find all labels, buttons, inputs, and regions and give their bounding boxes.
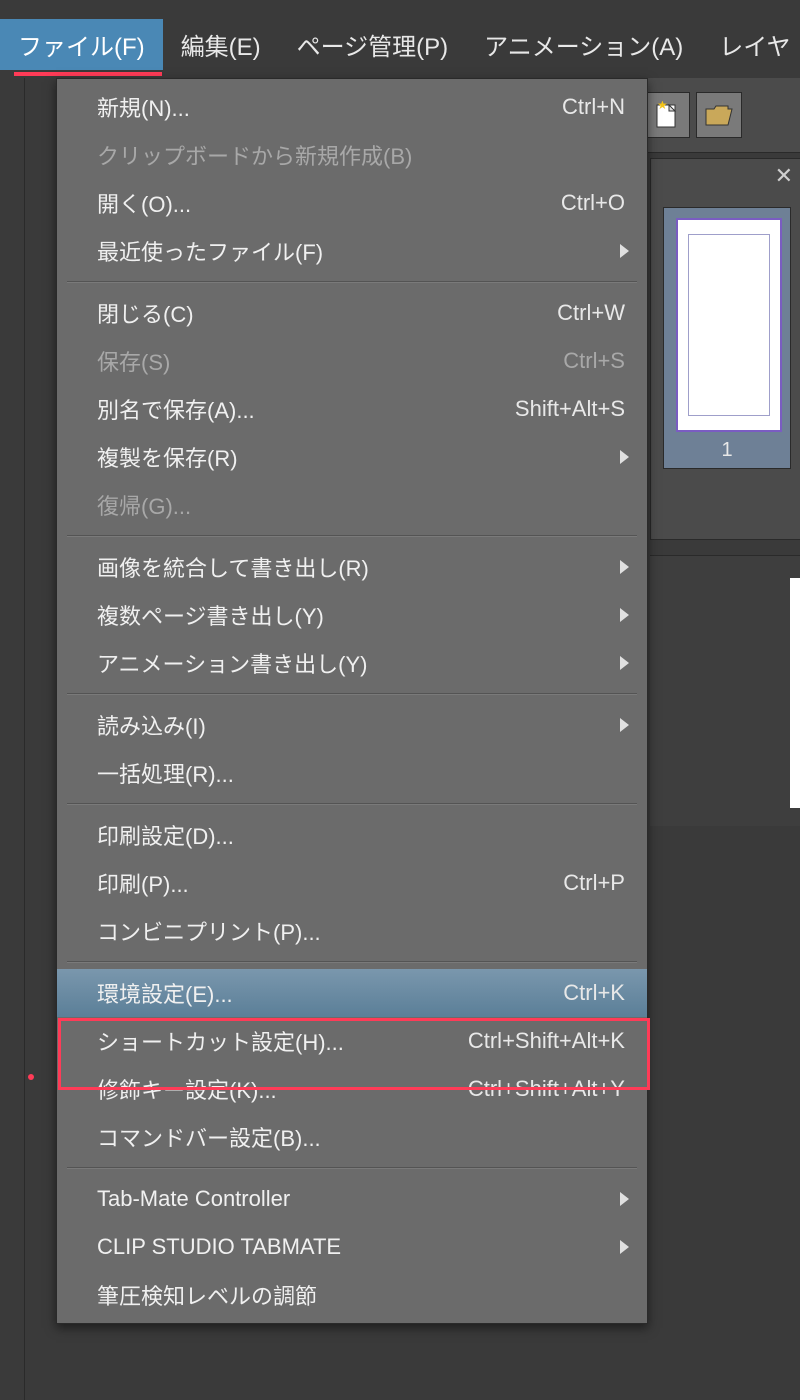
menu-item: クリップボードから新規作成(B) xyxy=(57,131,647,179)
menu-item[interactable]: 環境設定(E)... Ctrl+K xyxy=(57,969,647,1017)
menu-item-label: ショートカット設定(H)... xyxy=(97,1025,448,1057)
menu-item-label: 読み込み(I) xyxy=(97,709,625,741)
menu-item-shortcut: Ctrl+S xyxy=(563,348,625,374)
menubar: ファイル(F) 編集(E) ページ管理(P) アニメーション(A) レイヤ xyxy=(0,18,800,70)
menu-item-label: Tab-Mate Controller xyxy=(97,1186,625,1212)
menu-item-label: 開く(O)... xyxy=(97,187,541,219)
menu-separator xyxy=(67,803,637,805)
menu-item-label: コンビニプリント(P)... xyxy=(97,915,625,947)
menu-item-shortcut: Ctrl+Shift+Alt+K xyxy=(468,1028,625,1054)
menu-item[interactable]: コンビニプリント(P)... xyxy=(57,907,647,955)
menu-item-shortcut: Ctrl+N xyxy=(562,94,625,120)
menu-item-label: 復帰(G)... xyxy=(97,489,625,521)
menu-separator xyxy=(67,693,637,695)
menu-item[interactable]: コマンドバー設定(B)... xyxy=(57,1113,647,1161)
close-icon[interactable]: ✕ xyxy=(775,163,793,189)
open-file-button[interactable] xyxy=(696,92,742,138)
menu-layer[interactable]: レイヤ xyxy=(701,19,800,70)
menu-item-shortcut: Ctrl+Shift+Alt+Y xyxy=(468,1076,625,1102)
menu-item-label: 新規(N)... xyxy=(97,91,542,123)
menu-item[interactable]: 印刷(P)... Ctrl+P xyxy=(57,859,647,907)
menu-item-label: 筆圧検知レベルの調節 xyxy=(97,1279,625,1311)
chevron-right-icon xyxy=(620,244,629,258)
menu-animation[interactable]: アニメーション(A) xyxy=(466,19,701,70)
chevron-right-icon xyxy=(620,1240,629,1254)
menu-edit[interactable]: 編集(E) xyxy=(163,19,279,70)
menu-item[interactable]: 複数ページ書き出し(Y) xyxy=(57,591,647,639)
page-thumb-label: 1 xyxy=(664,439,790,462)
annotation-underline xyxy=(14,72,162,76)
menu-item-label: CLIP STUDIO TABMATE xyxy=(97,1234,625,1260)
menu-item-label: クリップボードから新規作成(B) xyxy=(97,139,625,171)
menu-item-label: アニメーション書き出し(Y) xyxy=(97,647,625,679)
left-gutter xyxy=(0,78,25,1400)
menu-item: 保存(S) Ctrl+S xyxy=(57,337,647,385)
menu-item-label: 印刷設定(D)... xyxy=(97,819,625,851)
menu-item-label: 最近使ったファイル(F) xyxy=(97,235,625,267)
menu-item[interactable]: 最近使ったファイル(F) xyxy=(57,227,647,275)
file-dropdown: 新規(N)... Ctrl+N クリップボードから新規作成(B) 開く(O)... Ct… xyxy=(56,78,648,1324)
menu-item[interactable]: 別名で保存(A)... Shift+Alt+S xyxy=(57,385,647,433)
menu-item-shortcut: Ctrl+K xyxy=(563,980,625,1006)
menu-item[interactable]: Tab-Mate Controller xyxy=(57,1175,647,1223)
chevron-right-icon xyxy=(620,560,629,574)
page-thumb-container[interactable]: 1 xyxy=(663,207,791,469)
menu-item[interactable]: 閉じる(C) Ctrl+W xyxy=(57,289,647,337)
menu-item[interactable]: 画像を統合して書き出し(R) xyxy=(57,543,647,591)
canvas-panel xyxy=(650,555,800,826)
chevron-right-icon xyxy=(620,450,629,464)
new-file-icon: ★ xyxy=(655,101,679,129)
page-panel: ✕ 1 xyxy=(650,158,800,540)
page-thumb-inner-frame xyxy=(688,234,770,416)
menu-separator xyxy=(67,535,637,537)
open-folder-icon xyxy=(704,103,734,127)
page-thumb xyxy=(676,218,782,432)
menu-item[interactable]: CLIP STUDIO TABMATE xyxy=(57,1223,647,1271)
svg-text:★: ★ xyxy=(657,101,668,112)
toolbar: ★ xyxy=(636,78,800,153)
menu-separator xyxy=(67,1167,637,1169)
menu-item-label: 閉じる(C) xyxy=(97,297,537,329)
chevron-right-icon xyxy=(620,608,629,622)
menu-item[interactable]: 一括処理(R)... xyxy=(57,749,647,797)
menu-item-shortcut: Ctrl+O xyxy=(561,190,625,216)
menu-item-label: 印刷(P)... xyxy=(97,867,543,899)
canvas-sheet xyxy=(790,578,800,808)
chevron-right-icon xyxy=(620,656,629,670)
menu-item-label: 別名で保存(A)... xyxy=(97,393,495,425)
new-file-button[interactable]: ★ xyxy=(644,92,690,138)
menu-file[interactable]: ファイル(F) xyxy=(0,19,163,70)
menu-item-label: 環境設定(E)... xyxy=(97,977,543,1009)
menu-page[interactable]: ページ管理(P) xyxy=(279,19,467,70)
menu-item[interactable]: 新規(N)... Ctrl+N xyxy=(57,83,647,131)
annotation-dot xyxy=(28,1074,34,1080)
menu-separator xyxy=(67,961,637,963)
menu-item-label: 保存(S) xyxy=(97,345,543,377)
chevron-right-icon xyxy=(620,718,629,732)
chevron-right-icon xyxy=(620,1192,629,1206)
menu-item[interactable]: 開く(O)... Ctrl+O xyxy=(57,179,647,227)
menu-item[interactable]: 読み込み(I) xyxy=(57,701,647,749)
menu-item[interactable]: 筆圧検知レベルの調節 xyxy=(57,1271,647,1319)
menu-item-label: 画像を統合して書き出し(R) xyxy=(97,551,625,583)
menu-item-label: コマンドバー設定(B)... xyxy=(97,1121,625,1153)
menu-item[interactable]: 修飾キー設定(K)... Ctrl+Shift+Alt+Y xyxy=(57,1065,647,1113)
menu-item-label: 一括処理(R)... xyxy=(97,757,625,789)
menu-item-shortcut: Ctrl+P xyxy=(563,870,625,896)
menu-item[interactable]: 複製を保存(R) xyxy=(57,433,647,481)
menu-item-shortcut: Shift+Alt+S xyxy=(515,396,625,422)
menu-separator xyxy=(67,281,637,283)
menu-item[interactable]: 印刷設定(D)... xyxy=(57,811,647,859)
menu-item: 復帰(G)... xyxy=(57,481,647,529)
menu-item[interactable]: アニメーション書き出し(Y) xyxy=(57,639,647,687)
menu-item[interactable]: ショートカット設定(H)... Ctrl+Shift+Alt+K xyxy=(57,1017,647,1065)
menu-item-label: 複製を保存(R) xyxy=(97,441,625,473)
menu-item-label: 複数ページ書き出し(Y) xyxy=(97,599,625,631)
menu-item-label: 修飾キー設定(K)... xyxy=(97,1073,448,1105)
menu-item-shortcut: Ctrl+W xyxy=(557,300,625,326)
